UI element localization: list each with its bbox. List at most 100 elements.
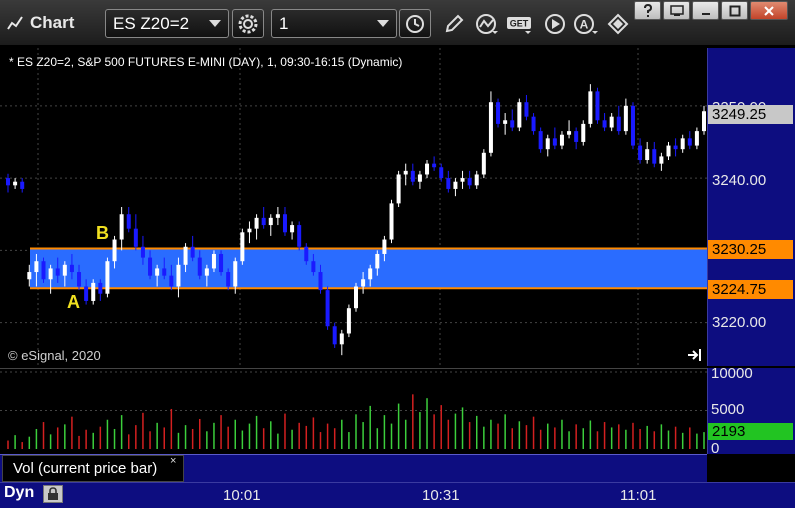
candle-body <box>211 253 216 269</box>
studies-button[interactable] <box>471 9 503 38</box>
get-data-button[interactable]: GET <box>505 9 537 38</box>
candle-body <box>545 138 550 150</box>
link-window-button[interactable] <box>663 1 690 20</box>
candle-body <box>460 178 465 182</box>
candle-body <box>410 170 415 182</box>
chevron-down-icon[interactable] <box>377 20 389 27</box>
close-window-button[interactable] <box>750 1 788 20</box>
app-title: Chart <box>6 13 74 33</box>
volume-tick-label: 5000 <box>711 401 745 418</box>
candle-body <box>140 246 145 258</box>
candle-body <box>361 279 366 287</box>
candle-body <box>467 178 472 186</box>
candle-body <box>119 214 124 240</box>
gear-icon <box>238 14 258 33</box>
candle-body <box>652 149 657 164</box>
volume-pane[interactable] <box>0 368 707 454</box>
band-lower-marker: 3224.75 <box>708 280 793 299</box>
candle-body <box>247 228 252 233</box>
lock-icon[interactable] <box>43 485 63 503</box>
candle-body <box>389 203 394 240</box>
help-window-button[interactable] <box>634 1 661 20</box>
candle-body <box>190 246 195 258</box>
symbol-settings-button[interactable] <box>232 9 264 38</box>
candle-body <box>233 261 238 287</box>
candle-body <box>702 111 706 132</box>
minimize-window-button[interactable] <box>692 1 719 20</box>
volume-chart-svg[interactable] <box>0 369 707 455</box>
draw-pencil-button[interactable] <box>438 9 470 38</box>
candle-body <box>396 174 401 204</box>
candle-body <box>574 131 579 142</box>
candle-body <box>261 217 266 226</box>
candle-body <box>439 167 444 179</box>
candle-body <box>616 116 621 132</box>
candle-body <box>48 268 53 280</box>
link-button[interactable] <box>603 9 635 38</box>
candle-body <box>559 134 564 146</box>
candle-body <box>382 239 387 254</box>
time-tick-label: 11:01 <box>620 487 657 504</box>
candle-body <box>77 272 82 287</box>
candle-body <box>176 264 181 287</box>
candle-body <box>91 282 96 301</box>
interval-value: 1 <box>279 14 289 33</box>
study-wave-icon <box>476 13 498 34</box>
minimize-icon <box>701 12 710 15</box>
last-price-marker: 3249.25 <box>708 105 793 124</box>
price-chart-pane[interactable] <box>0 48 707 366</box>
candle-body <box>453 181 458 189</box>
candle-body <box>13 181 18 186</box>
candle-body <box>354 286 358 309</box>
window-link-icon <box>669 4 684 16</box>
expand-right-icon[interactable] <box>687 348 703 362</box>
symbol-value: ES Z20=2 <box>113 14 190 33</box>
volume-tick-label: 0 <box>711 440 720 457</box>
question-icon <box>643 3 652 17</box>
candle-body <box>105 261 110 294</box>
maximize-window-button[interactable] <box>721 1 748 20</box>
band-label-a: A <box>67 292 80 312</box>
candle-body <box>446 178 451 189</box>
volume-study-label[interactable]: Vol (current price bar) <box>2 455 184 482</box>
candle-body <box>680 138 685 150</box>
candle-body <box>368 268 373 280</box>
interval-time-button[interactable] <box>399 9 431 38</box>
candle-body <box>645 149 650 161</box>
interval-combo[interactable]: 1 <box>271 9 397 38</box>
svg-text:GET: GET <box>510 18 529 28</box>
candle-body <box>609 116 614 128</box>
candle-body <box>481 152 486 175</box>
candle-body <box>183 246 188 265</box>
play-button[interactable] <box>539 9 571 38</box>
candle-body <box>20 181 25 189</box>
candle-body <box>297 225 302 247</box>
candle-body <box>332 326 337 345</box>
dynamic-mode-button[interactable]: Dyn <box>4 484 34 502</box>
alert-a-icon: A <box>574 13 598 34</box>
candle-body <box>148 257 153 276</box>
svg-text:A: A <box>580 17 589 31</box>
symbol-combo[interactable]: ES Z20=2 <box>105 9 229 38</box>
maximize-icon <box>729 5 740 16</box>
candle-body <box>339 333 344 345</box>
price-chart-svg[interactable] <box>0 48 707 366</box>
candle-body <box>659 156 664 164</box>
chart-description: * ES Z20=2, S&P 500 FUTURES E-MINI (DAY)… <box>9 55 403 69</box>
candle-body <box>531 116 536 132</box>
alert-button[interactable]: A <box>570 9 602 38</box>
candle-body <box>595 91 600 121</box>
time-axis[interactable] <box>0 482 795 508</box>
time-tick-label: 10:31 <box>422 487 460 504</box>
candle-body <box>98 282 103 294</box>
candle-body <box>403 170 408 175</box>
chevron-down-icon[interactable] <box>209 20 221 27</box>
close-study-icon[interactable]: × <box>170 455 176 467</box>
candle-body <box>304 246 309 262</box>
candle-body <box>282 214 287 233</box>
candle-body <box>55 268 60 276</box>
candle-body <box>290 225 295 233</box>
candle-body <box>503 120 508 124</box>
candle-body <box>538 131 543 150</box>
candle-body <box>673 145 678 150</box>
